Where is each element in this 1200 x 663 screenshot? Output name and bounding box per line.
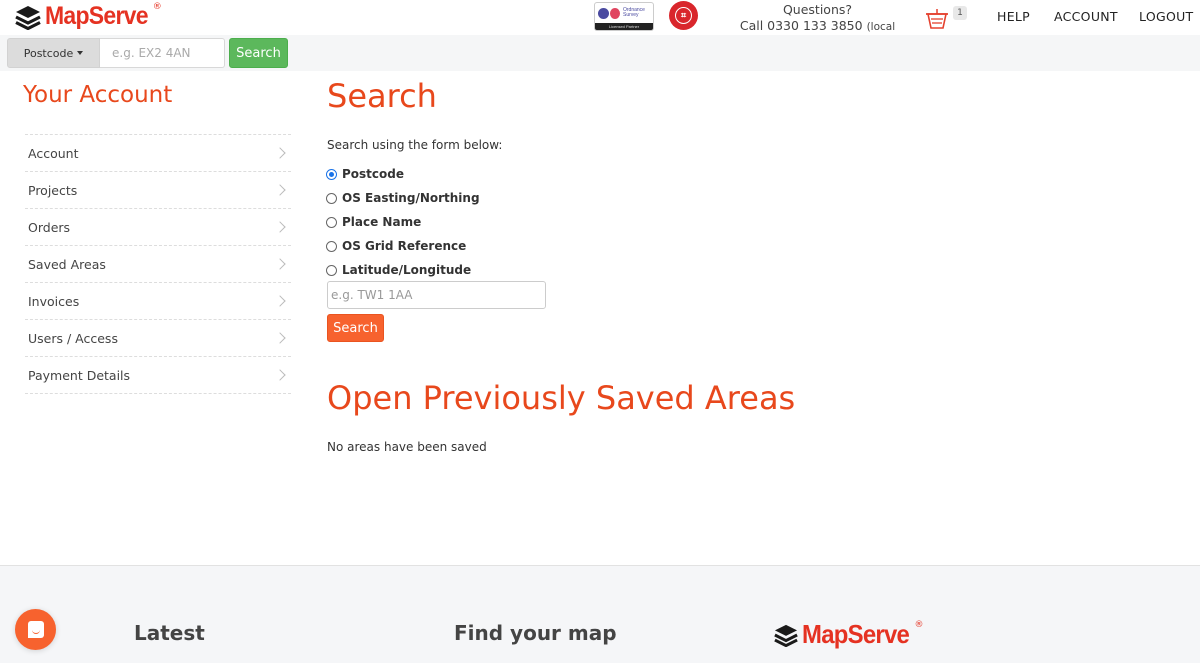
radio-postcode[interactable]: Postcode	[326, 162, 480, 186]
top-header: MapServe ® Ordnance Survey Licensed Part…	[0, 0, 1200, 50]
radio-os-easting-northing[interactable]: OS Easting/Northing	[326, 186, 480, 210]
search-type-selected: Postcode	[23, 46, 74, 60]
sidebar-item-invoices[interactable]: Invoices	[25, 283, 291, 320]
radio-button-checked[interactable]	[326, 168, 337, 180]
chat-icon	[27, 621, 44, 638]
footer-heading-latest: Latest	[134, 621, 205, 645]
sidebar-item-label: Users / Access	[28, 330, 118, 346]
radio-place-name[interactable]: Place Name	[326, 210, 480, 234]
chevron-right-icon	[274, 184, 286, 196]
basket-count-badge: 1	[953, 6, 967, 20]
os-badge-subtitle: Licensed Partner	[595, 23, 653, 30]
live-chat-button[interactable]	[15, 609, 56, 650]
search-input[interactable]	[327, 281, 546, 309]
radio-label: Place Name	[342, 215, 422, 229]
quick-search-input[interactable]	[100, 38, 225, 68]
sidebar-item-label: Account	[28, 145, 79, 161]
phone-prefix: Call	[739, 18, 768, 33]
radio-button[interactable]	[326, 240, 337, 252]
page-title: Search	[327, 77, 437, 115]
basket-icon	[926, 9, 948, 29]
radio-button[interactable]	[326, 264, 337, 276]
sidebar-item-label: Orders	[28, 219, 71, 235]
search-button[interactable]: Search	[327, 314, 384, 342]
chevron-right-icon	[274, 147, 286, 159]
questions-label: Questions?	[782, 2, 853, 17]
footer-brand-logo: MapServe ®	[774, 619, 923, 650]
sidebar-item-saved-areas[interactable]: Saved Areas	[25, 246, 291, 283]
sidebar-item-label: Projects	[28, 182, 78, 198]
chevron-right-icon	[274, 295, 286, 307]
search-type-dropdown[interactable]: Postcode	[7, 38, 100, 68]
phone-number[interactable]: 0330 133 3850	[767, 18, 862, 33]
nav-account[interactable]: ACCOUNT	[1054, 9, 1118, 24]
os-badge-line2: Survey	[623, 12, 639, 18]
sidebar-item-payment-details[interactable]: Payment Details	[25, 357, 291, 394]
radio-os-grid-reference[interactable]: OS Grid Reference	[326, 234, 480, 258]
radio-button[interactable]	[326, 192, 337, 204]
footer: Latest Find your map MapServe ®	[0, 565, 1200, 663]
radio-label: Latitude/Longitude	[342, 263, 472, 277]
brand-name: MapServe	[45, 2, 149, 30]
brand-logo[interactable]: MapServe ®	[15, 2, 162, 31]
sidebar-item-orders[interactable]: Orders	[25, 209, 291, 246]
layers-icon	[15, 5, 41, 30]
quick-search-button[interactable]: Search	[229, 38, 288, 68]
os-logo-mark	[610, 7, 620, 19]
radio-button[interactable]	[326, 216, 337, 228]
sidebar-item-label: Saved Areas	[28, 256, 106, 272]
sidebar-item-label: Invoices	[28, 293, 80, 309]
radio-latitude-longitude[interactable]: Latitude/Longitude	[326, 258, 480, 282]
saved-areas-title: Open Previously Saved Areas	[327, 379, 796, 417]
registered-mark: ®	[914, 619, 924, 630]
search-intro: Search using the form below:	[327, 138, 503, 152]
chevron-right-icon	[274, 332, 286, 344]
os-logo-icon	[598, 7, 609, 19]
saved-areas-empty-message: No areas have been saved	[327, 440, 487, 454]
radio-label: OS Grid Reference	[342, 239, 467, 253]
radio-label: OS Easting/Northing	[342, 191, 480, 205]
registered-mark: ®	[152, 1, 162, 12]
search-type-radio-group: Postcode OS Easting/Northing Place Name …	[326, 162, 480, 282]
sidebar-item-account[interactable]: Account	[25, 135, 291, 172]
chevron-right-icon	[274, 221, 286, 233]
sidebar-title: Your Account	[23, 82, 173, 108]
nav-help[interactable]: HELP	[997, 9, 1030, 24]
quick-search-bar: Postcode Search	[0, 35, 1200, 71]
footer-heading-find-your-map: Find your map	[454, 621, 617, 645]
caret-down-icon	[77, 51, 84, 55]
sidebar-item-users-access[interactable]: Users / Access	[25, 320, 291, 357]
radio-label: Postcode	[342, 167, 405, 181]
footer-brand-name: MapServe	[802, 619, 910, 649]
certification-seal-icon: ⌗	[669, 1, 698, 30]
sidebar-item-projects[interactable]: Projects	[25, 172, 291, 209]
layers-icon	[774, 624, 798, 647]
ordnance-survey-partner-badge: Ordnance Survey Licensed Partner	[594, 2, 654, 31]
nav-logout[interactable]: LOGOUT	[1139, 9, 1193, 24]
chevron-right-icon	[274, 369, 286, 381]
sidebar-item-label: Payment Details	[28, 367, 131, 383]
chevron-right-icon	[274, 258, 286, 270]
account-menu: Account Projects Orders Saved Areas Invo…	[25, 134, 291, 394]
